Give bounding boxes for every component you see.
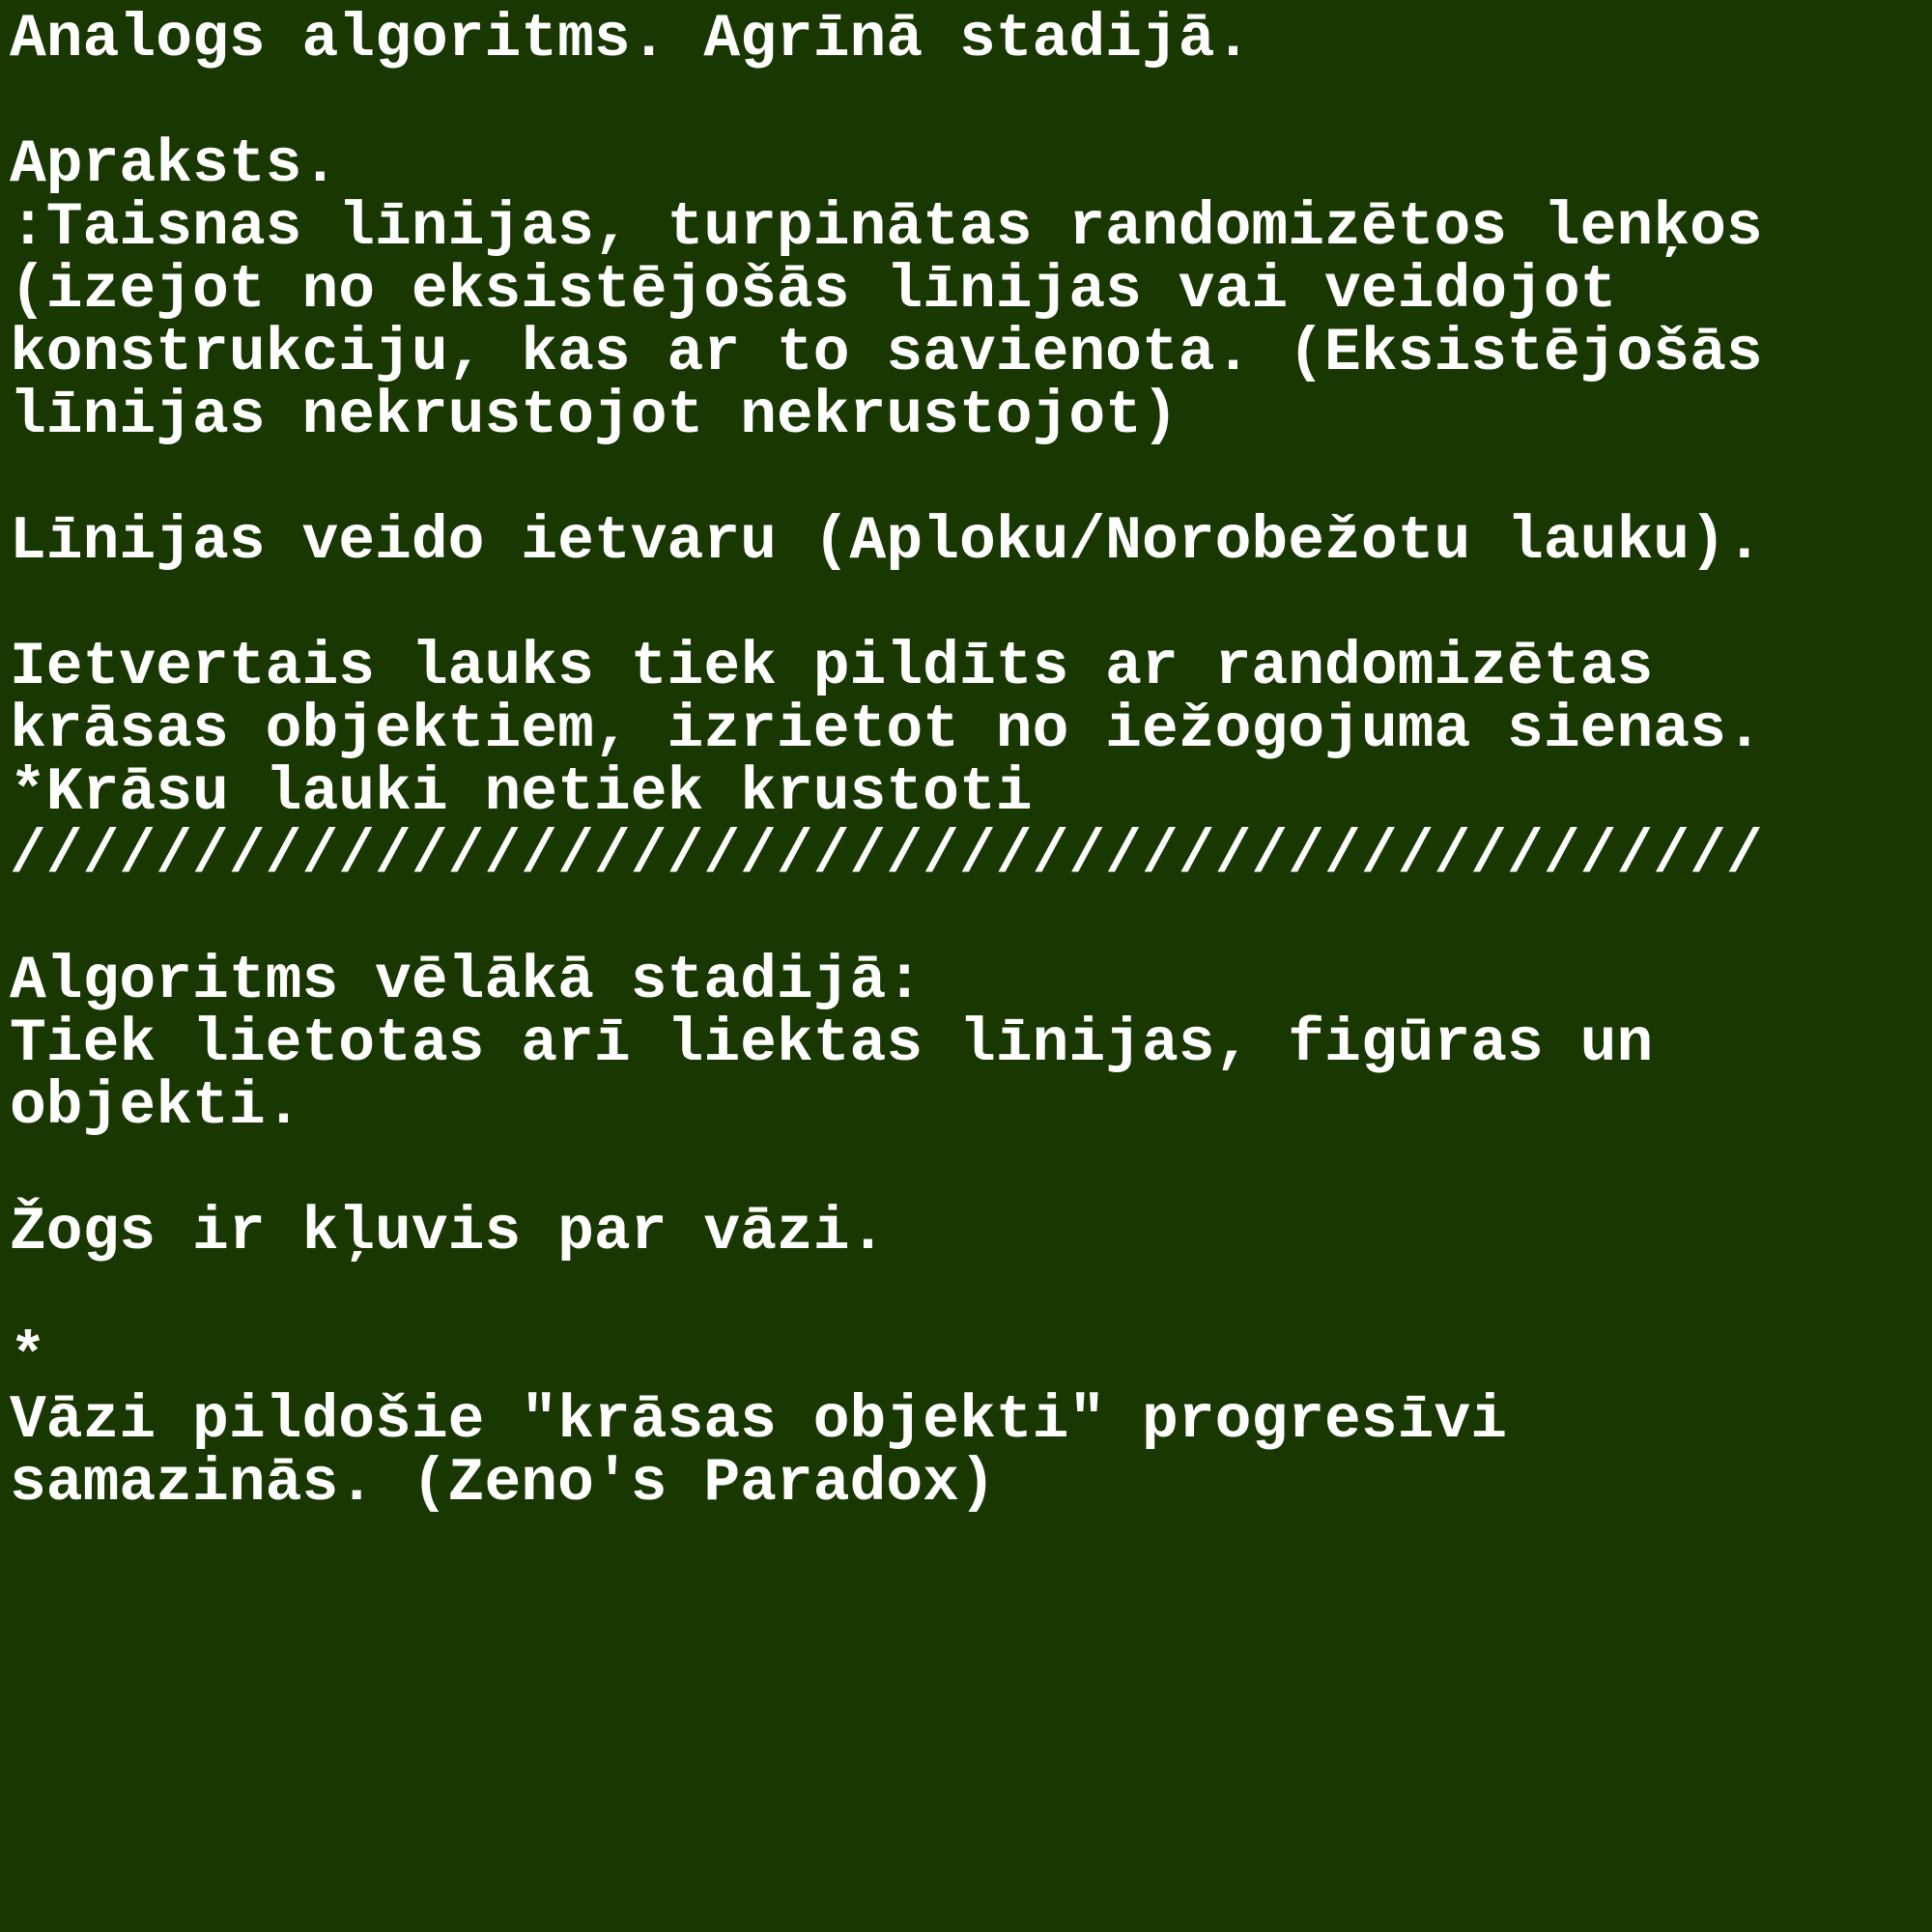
heading-later-stage: Algoritms vēlākā stadijā: [10, 947, 923, 1015]
text-line: krāsas objektiem, izrietot no iežogojuma… [10, 696, 1763, 764]
text-line: Ietvertais lauks tiek pildīts ar randomi… [10, 633, 1654, 701]
text-line: Vāzi pildošie "krāsas objekti" progresīv… [10, 1386, 1508, 1455]
text-line: samazinās. (Zeno's Paradox) [10, 1449, 996, 1518]
text-line: līnijas nekrustojot nekrustojot) [10, 382, 1179, 450]
asterisk-marker: * [10, 1323, 46, 1392]
separator-line: ////////////////////////////////////////… [10, 821, 1763, 890]
text-line: Žogs ir kļuvis par vāzi. [10, 1198, 887, 1266]
text-line: Līnijas veido ietvaru (Aploku/Norobežotu… [10, 507, 1763, 576]
text-line: konstrukciju, kas ar to savienota. (Eksi… [10, 319, 1763, 387]
text-line: :Taisnas līnijas, turpinātas randomizēto… [10, 193, 1763, 262]
document-page: Analogs algoritms. Agrīnā stadijā. Aprak… [0, 0, 1932, 1932]
text-line: *Krāsu lauki netiek krustoti [10, 758, 1033, 827]
heading-early-stage: Analogs algoritms. Agrīnā stadijā. [10, 5, 1252, 73]
text-line: objekti. [10, 1072, 302, 1141]
text-line: Tiek lietotas arī liektas līnijas, figūr… [10, 1009, 1654, 1078]
heading-description: Apraksts. [10, 130, 339, 199]
text-line: (izejot no eksistējošās līnijas vai veid… [10, 256, 1617, 325]
